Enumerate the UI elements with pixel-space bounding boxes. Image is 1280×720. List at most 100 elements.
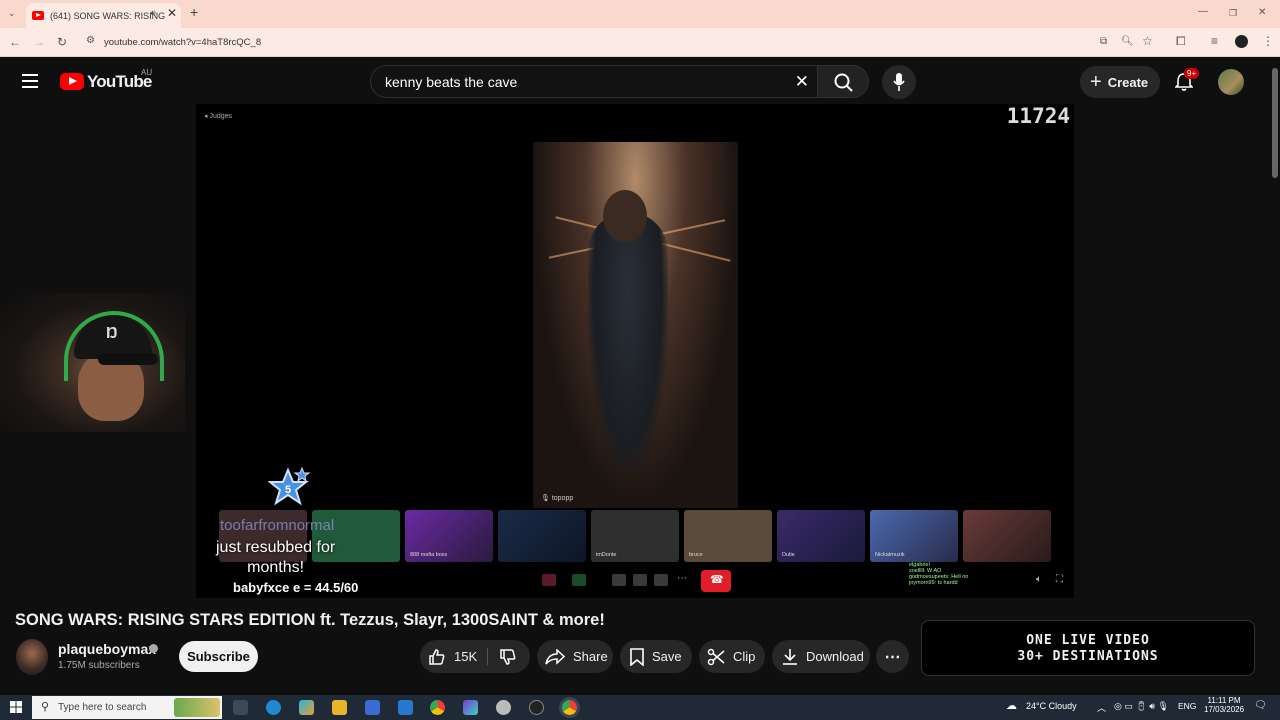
create-button[interactable]: + Create xyxy=(1080,66,1160,98)
page-scrollbar[interactable] xyxy=(1270,58,1280,695)
subscribe-button[interactable]: Subscribe xyxy=(179,641,258,672)
chrome-active-icon[interactable] xyxy=(562,700,577,715)
effects-icon[interactable] xyxy=(654,574,668,586)
chrome-menu-icon[interactable]: ⋮ xyxy=(1262,34,1274,48)
account-avatar[interactable] xyxy=(1218,69,1244,95)
address-bar[interactable]: ⚙︎ youtube.com/watch?v=4haT8rcQC_8 xyxy=(80,31,1170,53)
file-explorer-icon[interactable] xyxy=(332,700,347,715)
search-icon xyxy=(834,73,853,92)
weather-cloud-icon: ☁︎ xyxy=(1006,700,1017,712)
bookmark-star-icon[interactable]: ☆ xyxy=(1142,34,1153,48)
mail-icon[interactable] xyxy=(398,700,413,715)
channel-avatar[interactable] xyxy=(16,639,48,675)
participant-thumb: Nickatmuzik xyxy=(870,510,958,562)
save-button[interactable]: Save xyxy=(620,640,692,673)
more-horizontal-icon: ⋯ xyxy=(884,648,901,666)
close-window-icon[interactable]: ✕ xyxy=(1258,6,1266,20)
dancer-head xyxy=(603,190,647,242)
participant-thumb: Dutie xyxy=(777,510,865,562)
participant-thumb: 808 mafia boss xyxy=(405,510,493,562)
extensions-icon[interactable]: ⧠ xyxy=(1176,34,1186,48)
language-indicator[interactable]: ENG xyxy=(1178,701,1196,711)
chat-overlay: elgabriel xoelllll: W AO godmoesupeets: … xyxy=(909,562,1019,596)
like-button[interactable]: 15K xyxy=(420,640,488,673)
grid-view-icon[interactable] xyxy=(633,574,647,586)
fullscreen-icon[interactable]: ⛶ xyxy=(1056,574,1063,585)
share-label: Share xyxy=(573,649,608,664)
browser-tab-bar: ⌄ (641) SONG WARS: RISING 🔊︎ ✕ + — ❐ ✕ xyxy=(0,0,1280,28)
tab-search-icon[interactable]: ⌄ xyxy=(8,6,16,20)
screen-share-icon[interactable] xyxy=(612,574,626,586)
dislike-button[interactable] xyxy=(496,640,528,673)
browser-tab-youtube[interactable]: (641) SONG WARS: RISING 🔊︎ ✕ xyxy=(26,3,181,28)
chat-line: joymorn99: ts hardd xyxy=(909,580,958,586)
reload-icon[interactable]: ↻ xyxy=(57,35,67,49)
video-player[interactable]: ◂ Judges 11724 🎙︎ topopp 808 mafia boss … xyxy=(196,104,1074,598)
clear-search-icon[interactable]: ✕ xyxy=(795,72,809,92)
voice-search-button[interactable] xyxy=(882,65,916,99)
taskbar-search-placeholder: Type here to search xyxy=(58,702,147,713)
volume-icon[interactable]: 🔈︎ xyxy=(1036,574,1042,585)
download-button[interactable]: Download xyxy=(772,640,870,673)
tray-chevron-icon[interactable]: ︿ xyxy=(1097,701,1106,714)
clock[interactable]: 11:11 PM 17/03/2026 xyxy=(1204,696,1244,714)
url-text: youtube.com/watch?v=4haT8rcQC_8 xyxy=(104,36,262,48)
notification-center-icon[interactable]: 🗨︎ xyxy=(1254,700,1267,711)
clip-button[interactable]: Clip xyxy=(699,640,765,673)
youtube-logo-icon[interactable] xyxy=(60,73,84,90)
dancer-figure xyxy=(588,212,668,472)
app-icon[interactable] xyxy=(463,700,478,715)
channel-name[interactable]: plaqueboymax xyxy=(58,641,156,657)
share-button[interactable]: Share xyxy=(537,640,613,673)
save-label: Save xyxy=(652,649,682,664)
site-info-icon[interactable]: ⚙︎ xyxy=(86,35,95,46)
media-control-icon[interactable]: ≡ xyxy=(1211,34,1218,48)
hamburger-menu-icon[interactable] xyxy=(22,74,38,88)
taskbar-search-input[interactable]: ⚲ Type here to search xyxy=(32,696,222,719)
profile-avatar[interactable] xyxy=(1235,35,1248,48)
svg-text:5: 5 xyxy=(285,484,291,496)
tab-title: (641) SONG WARS: RISING xyxy=(50,10,166,21)
edge-browser-icon[interactable] xyxy=(266,700,281,715)
zoom-icon[interactable]: 🔍︎ xyxy=(1121,35,1134,49)
search-input[interactable]: kenny beats the cave ✕ xyxy=(370,65,818,98)
back-icon[interactable]: ← xyxy=(9,35,21,49)
forward-icon[interactable]: → xyxy=(33,35,45,49)
sub-alert-message: just resubbed for months! xyxy=(216,539,336,576)
judges-label: ◂ Judges xyxy=(204,113,233,120)
restore-icon[interactable]: ❐ xyxy=(1229,6,1237,20)
close-tab-icon[interactable]: ✕ xyxy=(167,6,177,20)
tray-icons[interactable]: ◎ ▭ 🔋︎ 🔊︎ 🎙︎ xyxy=(1114,701,1169,712)
download-icon xyxy=(783,648,797,665)
scrollbar-thumb[interactable] xyxy=(1272,68,1278,178)
obs-icon[interactable] xyxy=(529,700,544,715)
more-options-icon[interactable]: ⋯ xyxy=(677,573,687,584)
browser-toolbar: ← → ↻ ⚙︎ youtube.com/watch?v=4haT8rcQC_8… xyxy=(0,28,1280,57)
app-icon-2[interactable] xyxy=(496,700,511,715)
new-tab-button[interactable]: + xyxy=(190,5,198,19)
minimize-icon[interactable]: — xyxy=(1198,5,1208,19)
mute-mic-icon[interactable] xyxy=(542,574,556,586)
speaker-icon[interactable]: 🔊︎ xyxy=(150,8,156,19)
sidebar-ad-banner[interactable]: ONE LIVE VIDEO 30+ DESTINATIONS xyxy=(921,620,1255,676)
windows-start-icon[interactable] xyxy=(10,701,22,713)
copilot-icon[interactable] xyxy=(299,700,314,715)
end-call-button[interactable]: ☎︎ xyxy=(701,570,731,592)
microsoft-store-icon[interactable] xyxy=(365,700,380,715)
phone-caption: 🎙︎ topopp xyxy=(541,495,574,502)
youtube-header: YouTube AU kenny beats the cave ✕ + Crea… xyxy=(0,58,1280,104)
search-button[interactable] xyxy=(817,65,869,98)
download-label: Download xyxy=(806,649,864,664)
task-view-icon[interactable] xyxy=(233,700,248,715)
camera-toggle-icon[interactable] xyxy=(572,574,586,586)
sub-star-badge-icon: 5 xyxy=(268,466,311,506)
more-actions-button[interactable]: ⋯ xyxy=(876,640,909,673)
weather-text[interactable]: 24°C Cloudy xyxy=(1026,701,1077,711)
sub-alert-username: toofarfromnormal xyxy=(220,517,335,534)
viewer-counter: 11724 xyxy=(1006,104,1070,128)
like-dislike-group: 15K xyxy=(420,640,530,673)
clock-date: 17/03/2026 xyxy=(1204,705,1245,714)
install-app-icon[interactable]: ⧉ xyxy=(1100,35,1107,49)
create-label: Create xyxy=(1107,74,1149,90)
chrome-icon[interactable] xyxy=(430,700,445,715)
